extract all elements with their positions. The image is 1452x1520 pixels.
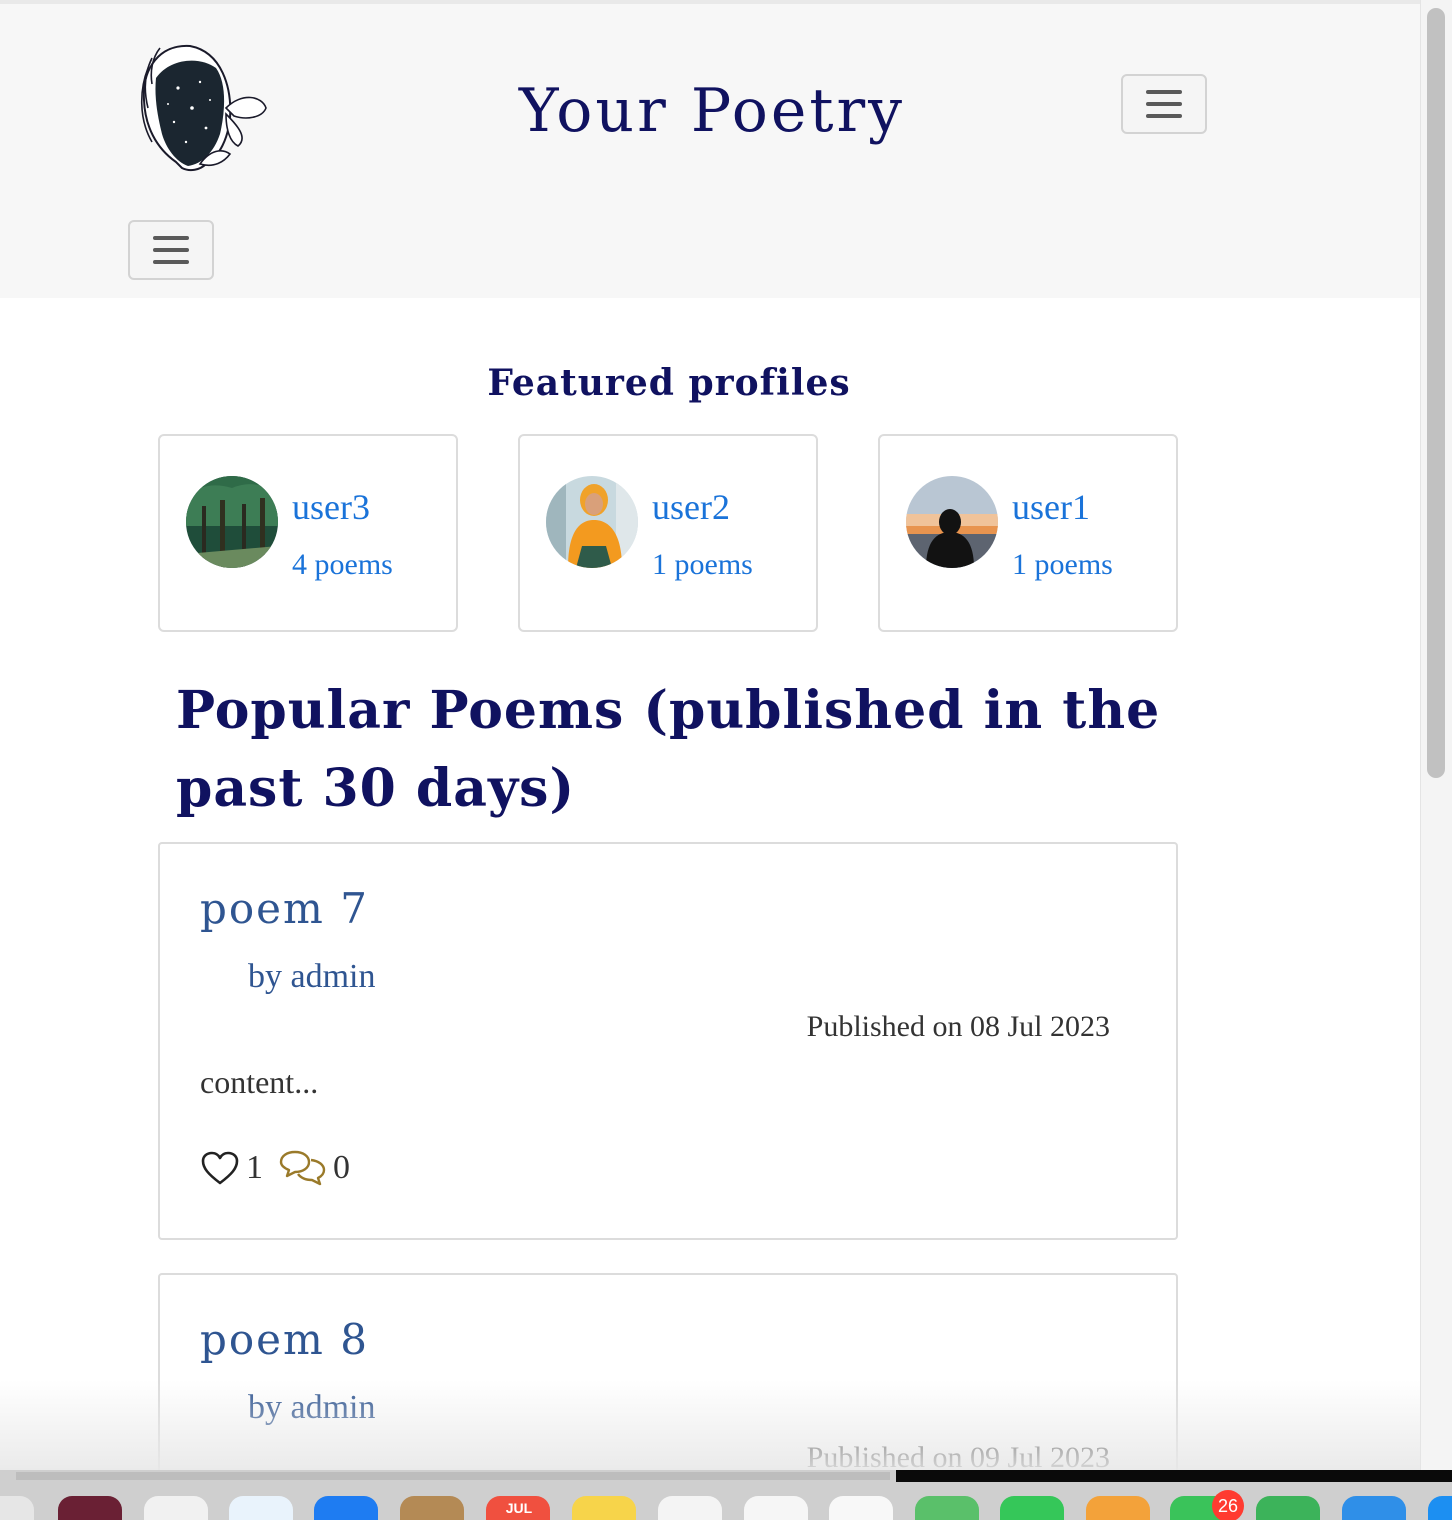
site-title[interactable]: Your Poetry <box>0 76 1420 146</box>
mail-icon[interactable] <box>314 1496 378 1520</box>
profile-card-user2[interactable]: user2 1 poems <box>518 434 818 632</box>
like-count: 1 <box>246 1149 263 1186</box>
hamburger-icon <box>153 236 189 240</box>
calendar-month: JUL <box>505 1500 533 1516</box>
poem-stats: 1 0 <box>200 1148 364 1188</box>
heart-icon[interactable] <box>200 1150 240 1186</box>
profile-poem-count[interactable]: 1 poems <box>652 548 753 582</box>
scrollbar-thumb[interactable] <box>1427 8 1445 778</box>
featured-profiles-heading: Featured profiles <box>487 362 851 404</box>
photos-icon[interactable] <box>744 1496 808 1520</box>
site-header: Your Poetry <box>0 4 1420 298</box>
profile-card-user3[interactable]: user3 4 poems <box>158 434 458 632</box>
profile-name[interactable]: user3 <box>292 486 370 528</box>
poem-card[interactable]: poem 7 by admin Published on 08 Jul 2023… <box>158 842 1178 1240</box>
hamburger-icon <box>153 248 189 252</box>
app-store-icon[interactable] <box>1428 1496 1452 1520</box>
horizontal-scrollbar[interactable] <box>16 1472 890 1480</box>
poem-excerpt: content... <box>200 1064 319 1100</box>
contacts-icon[interactable] <box>400 1496 464 1520</box>
forest-avatar <box>186 476 278 568</box>
launchpad-icon[interactable] <box>0 1496 34 1520</box>
dock-shadow <box>896 1470 1452 1482</box>
comment-count: 0 <box>333 1149 350 1186</box>
siri-icon[interactable] <box>58 1496 122 1520</box>
safari-icon[interactable] <box>229 1496 293 1520</box>
profile-name[interactable]: user2 <box>652 486 730 528</box>
hamburger-icon <box>153 260 189 264</box>
poem-author[interactable]: by admin <box>248 1389 375 1427</box>
launchpad-grid-icon[interactable] <box>144 1496 208 1520</box>
profile-poem-count[interactable]: 4 poems <box>292 548 393 582</box>
reminders-icon[interactable] <box>658 1496 722 1520</box>
sunset-silhouette-avatar <box>906 476 998 568</box>
hamburger-icon <box>1146 90 1182 94</box>
girl-orange-hoodie-avatar <box>546 476 638 568</box>
notes-icon[interactable] <box>572 1496 636 1520</box>
profile-name[interactable]: user1 <box>1012 486 1090 528</box>
hamburger-icon <box>1146 114 1182 118</box>
poem-title[interactable]: poem 7 <box>200 884 369 933</box>
facetime-icon[interactable] <box>1000 1496 1064 1520</box>
profile-poem-count[interactable]: 1 poems <box>1012 548 1113 582</box>
numbers-icon[interactable] <box>1256 1496 1320 1520</box>
profile-card-user1[interactable]: user1 1 poems <box>878 434 1178 632</box>
dock: JUL 26 <box>0 1470 1452 1520</box>
hamburger-menu-button[interactable] <box>1121 74 1207 134</box>
poem-title[interactable]: poem 8 <box>200 1315 369 1364</box>
nav-toggle-button[interactable] <box>128 220 214 280</box>
keynote-icon[interactable] <box>1342 1496 1406 1520</box>
freeform-icon[interactable] <box>829 1496 893 1520</box>
messages-badge: 26 <box>1212 1490 1244 1520</box>
maps-icon[interactable] <box>915 1496 979 1520</box>
popular-poems-heading: Popular Poems (published in the past 30 … <box>176 680 1161 819</box>
poem-publish-date: Published on 08 Jul 2023 <box>806 1010 1110 1043</box>
pages-icon[interactable] <box>1086 1496 1150 1520</box>
poem-author[interactable]: by admin <box>248 958 375 996</box>
hamburger-icon <box>1146 102 1182 106</box>
comments-icon[interactable] <box>277 1148 327 1188</box>
